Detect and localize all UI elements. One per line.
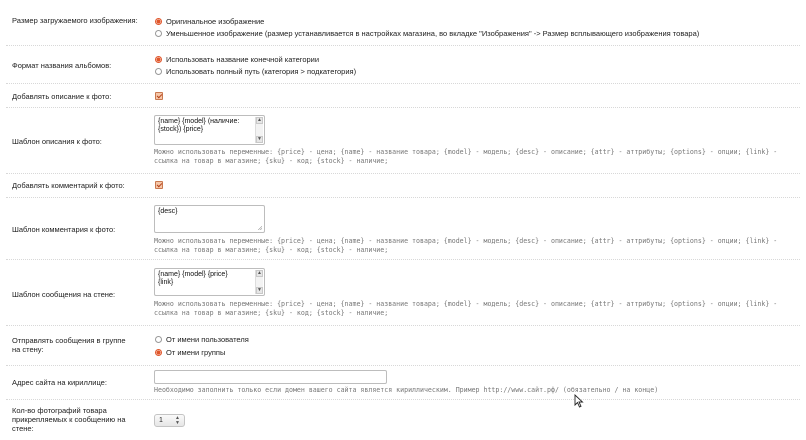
comment-template-label: Шаблон комментария к фото: (12, 225, 116, 234)
comment-template-hint: Можно использовать переменные: {price} -… (154, 237, 778, 254)
image-size-label: Размер загружаемого изображения: (12, 16, 138, 25)
radio-icon[interactable] (155, 29, 162, 37)
album-format-option-final-label: Использовать название конечной категории (166, 54, 320, 64)
wall-template-hint: Можно использовать переменные: {price} -… (154, 300, 778, 317)
album-format-label: Формат названия альбомов: (12, 61, 112, 70)
cyrillic-url-input[interactable] (154, 370, 387, 384)
desc-template-hint: Можно использовать переменные: {price} -… (154, 148, 778, 165)
radio-selected-icon[interactable] (155, 348, 162, 356)
mouse-cursor-icon (574, 394, 584, 408)
comment-template-textarea[interactable]: {desc} (154, 205, 265, 233)
photo-count-label: Кол-во фотографий товара прикрепляемых к… (12, 406, 126, 433)
scroll-down-icon[interactable]: ▼ (256, 287, 263, 294)
cyrillic-url-hint: Необходимо заполнить только если домен в… (154, 386, 659, 394)
radio-icon[interactable] (155, 67, 162, 75)
image-size-option-original-label: Оригинальное изображение (166, 16, 265, 26)
desc-template-value: {name} {model} (наличие: {stock}) {price… (158, 118, 240, 133)
scroll-down-icon[interactable]: ▼ (256, 136, 263, 143)
cyrillic-url-label: Адрес сайта на кириллице: (12, 378, 107, 387)
select-arrows-icon: ▲ ▼ (175, 415, 180, 426)
image-size-option-resized[interactable]: Уменьшенное изображение (размер устанавл… (155, 28, 699, 38)
add-desc-label: Добавлять описание к фото: (12, 92, 112, 101)
comment-template-value: {desc} (158, 208, 178, 215)
textarea-scrollbar[interactable]: ▲ ▼ (255, 117, 263, 143)
wall-template-textarea[interactable]: {name} {model} {price} {link} ▲ ▼ (154, 268, 265, 296)
post-as-option-user-label: От имени пользователя (166, 334, 249, 344)
wall-template-label: Шаблон сообщения на стене: (12, 290, 116, 299)
radio-selected-icon[interactable] (155, 55, 162, 63)
desc-template-textarea[interactable]: {name} {model} (наличие: {stock}) {price… (154, 115, 265, 145)
radio-icon[interactable] (155, 335, 162, 343)
add-comment-checkbox[interactable] (155, 181, 163, 189)
post-as-option-group[interactable]: От имени группы (155, 347, 225, 357)
radio-selected-icon[interactable] (155, 17, 162, 25)
album-format-option-full[interactable]: Использовать полный путь (категория > по… (155, 66, 356, 76)
album-format-option-final[interactable]: Использовать название конечной категории (155, 54, 319, 64)
image-size-option-original[interactable]: Оригинальное изображение (155, 16, 264, 26)
desc-template-label: Шаблон описания к фото: (12, 137, 102, 146)
photo-count-value: 1 (159, 417, 163, 424)
scroll-up-icon[interactable]: ▲ (256, 117, 263, 124)
resize-grip-icon[interactable] (257, 225, 262, 230)
textarea-scrollbar[interactable]: ▲ ▼ (255, 270, 263, 294)
add-comment-label: Добавлять комментарий к фото: (12, 181, 125, 190)
image-size-option-resized-label: Уменьшенное изображение (размер устанавл… (166, 28, 700, 38)
scroll-up-icon[interactable]: ▲ (256, 270, 263, 277)
photo-count-select[interactable]: 1 ▲ ▼ (154, 414, 185, 427)
post-as-option-user[interactable]: От имени пользователя (155, 334, 249, 344)
add-desc-checkbox[interactable] (155, 92, 163, 100)
album-format-option-full-label: Использовать полный путь (категория > по… (166, 66, 357, 76)
post-as-option-group-label: От имени группы (166, 347, 226, 357)
wall-template-value: {name} {model} {price} {link} (158, 271, 228, 286)
post-as-label: Отправлять сообщения в группе на стену: (12, 336, 126, 354)
